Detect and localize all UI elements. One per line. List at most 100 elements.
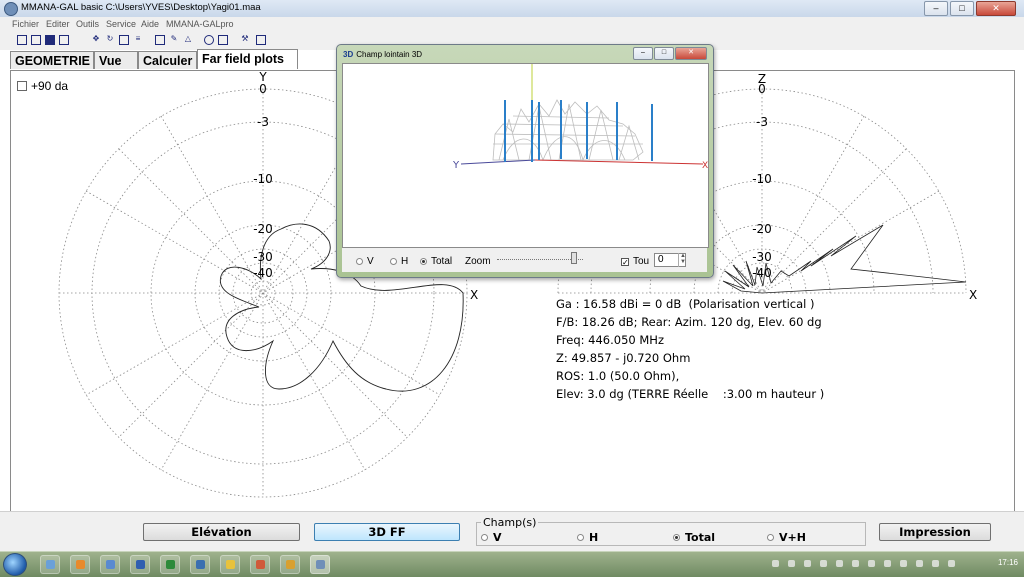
popup-3d-canvas: Y X xyxy=(452,64,708,171)
popup-minimize-icon[interactable]: – xyxy=(633,47,653,60)
champs-radio-vh[interactable]: V+H xyxy=(767,531,806,544)
tray-icon[interactable] xyxy=(884,560,891,567)
tray-icon[interactable] xyxy=(788,560,795,567)
radio-icon[interactable] xyxy=(356,258,363,265)
popup-close-icon[interactable]: ✕ xyxy=(675,47,707,60)
tray-icon[interactable] xyxy=(804,560,811,567)
right-ring-label-3: -3 xyxy=(756,115,768,129)
save-as-icon[interactable] xyxy=(59,35,69,45)
document-icon[interactable] xyxy=(155,35,165,45)
menu-editer[interactable]: Editer xyxy=(46,19,70,29)
volume-icon[interactable] xyxy=(932,560,939,567)
radio-selected-icon[interactable] xyxy=(673,534,680,541)
popup-radio-h[interactable]: H xyxy=(390,256,408,267)
tray-icon[interactable] xyxy=(772,560,779,567)
info-frequency: Freq: 446.050 MHz xyxy=(556,333,664,347)
taskbar-browser-icon[interactable] xyxy=(220,555,240,574)
champs-radio-h-label: H xyxy=(589,531,599,544)
print-button[interactable]: Impression xyxy=(879,523,991,541)
popup-radio-h-label: H xyxy=(401,256,409,267)
tray-icon[interactable] xyxy=(900,560,907,567)
champs-legend: Champ(s) xyxy=(481,516,539,529)
popup-maximize-icon[interactable]: □ xyxy=(654,47,674,60)
network-icon[interactable] xyxy=(916,560,923,567)
close-icon[interactable]: ✕ xyxy=(976,1,1016,16)
menu-outils[interactable]: Outils xyxy=(76,19,99,29)
clock[interactable]: 17:16 xyxy=(998,558,1018,567)
champs-radio-v-label: V xyxy=(493,531,502,544)
taskbar-app-icon[interactable] xyxy=(100,555,120,574)
popup-controls: V H Total Zoom ✓ Tou 0 ▲ ▼ xyxy=(342,248,707,272)
champs-radio-total[interactable]: Total xyxy=(673,531,715,544)
new-file-icon[interactable] xyxy=(17,35,27,45)
spinner-arrows-icon[interactable]: ▲ ▼ xyxy=(678,253,687,267)
radio-icon[interactable] xyxy=(481,534,488,541)
tray-icon[interactable] xyxy=(868,560,875,567)
popup-radio-total-label: Total xyxy=(431,256,453,267)
taskbar-mmana-icon[interactable] xyxy=(310,555,330,574)
tab-vue[interactable]: Vue xyxy=(94,51,138,69)
move-icon[interactable]: ✥ xyxy=(91,35,101,45)
open-folder-icon[interactable] xyxy=(31,35,41,45)
flag-icon[interactable] xyxy=(948,560,955,567)
popup-radio-total[interactable]: Total xyxy=(420,256,452,267)
info-impedance: Z: 49.857 - j0.720 Ohm xyxy=(556,351,691,365)
start-button[interactable] xyxy=(3,553,27,576)
checkbox-checked-icon[interactable]: ✓ xyxy=(621,257,629,266)
tray-icon[interactable] xyxy=(852,560,859,567)
zoom-slider-thumb[interactable] xyxy=(571,252,577,264)
radio-icon[interactable] xyxy=(577,534,584,541)
x-axis-line xyxy=(534,159,704,165)
menu-service[interactable]: Service xyxy=(106,19,136,29)
radio-icon[interactable] xyxy=(390,258,397,265)
triangle-icon[interactable]: △ xyxy=(183,35,193,45)
menu-aide[interactable]: Aide xyxy=(141,19,159,29)
copy-icon[interactable] xyxy=(119,35,129,45)
ff3d-button[interactable]: 3D FF xyxy=(314,523,460,541)
draw-icon[interactable]: ✎ xyxy=(169,35,179,45)
target-icon[interactable] xyxy=(204,35,214,45)
left-ring-label-30: -30 xyxy=(253,250,273,264)
bottom-bar: Elévation 3D FF Champ(s) V H Total V+H I… xyxy=(0,511,1024,552)
taskbar-word-icon[interactable] xyxy=(130,555,150,574)
maximize-icon[interactable]: □ xyxy=(950,1,974,16)
taskbar-app3-icon[interactable] xyxy=(250,555,270,574)
tou-checkbox[interactable]: ✓ Tou xyxy=(621,256,649,267)
tab-calculer[interactable]: Calculer xyxy=(138,51,197,69)
popup-3d-view[interactable]: Y X xyxy=(342,63,709,248)
champs-radio-v[interactable]: V xyxy=(481,531,502,544)
elevation-button[interactable]: Elévation xyxy=(143,523,300,541)
table-icon[interactable] xyxy=(218,35,228,45)
radio-selected-icon[interactable] xyxy=(420,258,427,265)
tab-geometrie[interactable]: GEOMETRIE xyxy=(10,51,94,69)
taskbar-media-icon[interactable] xyxy=(70,555,90,574)
tools-icon[interactable]: ⚒ xyxy=(240,35,250,45)
tray-icon[interactable] xyxy=(820,560,827,567)
edit-wires-icon[interactable]: ≡ xyxy=(133,35,143,45)
rotate-icon[interactable]: ↻ xyxy=(105,35,115,45)
popup-title-text: Champ lointain 3D xyxy=(356,50,423,59)
minimize-icon[interactable]: – xyxy=(924,1,948,16)
taskbar-excel-icon[interactable] xyxy=(160,555,180,574)
save-icon[interactable] xyxy=(45,35,55,45)
popup-3d-badge: 3D xyxy=(343,50,354,59)
taskbar: 17:16 xyxy=(0,551,1024,577)
popup-radio-v[interactable]: V xyxy=(356,256,374,267)
champs-group: Champ(s) V H Total V+H xyxy=(476,516,866,546)
menu-bar: Fichier Editer Outils Service Aide MMANA… xyxy=(0,17,1024,32)
calculator-icon[interactable] xyxy=(256,35,266,45)
right-ring-label-40: -40 xyxy=(752,266,772,280)
taskbar-app2-icon[interactable] xyxy=(190,555,210,574)
taskbar-chrome-icon[interactable] xyxy=(280,555,300,574)
window-title: MMANA-GAL basic C:\Users\YVES\Desktop\Ya… xyxy=(21,2,261,13)
taskbar-explorer-icon[interactable] xyxy=(40,555,60,574)
champs-radio-h[interactable]: H xyxy=(577,531,598,544)
left-ring-label-20: -20 xyxy=(253,222,273,236)
menu-mmana-galpro[interactable]: MMANA-GALpro xyxy=(166,19,234,29)
menu-fichier[interactable]: Fichier xyxy=(12,19,39,29)
right-ring-label-30: -30 xyxy=(752,250,772,264)
far-field-3d-window: 3D Champ lointain 3D – □ ✕ Y X V H Total… xyxy=(336,44,714,278)
tab-far-field-plots[interactable]: Far field plots xyxy=(197,49,298,69)
radio-icon[interactable] xyxy=(767,534,774,541)
tray-icon[interactable] xyxy=(836,560,843,567)
